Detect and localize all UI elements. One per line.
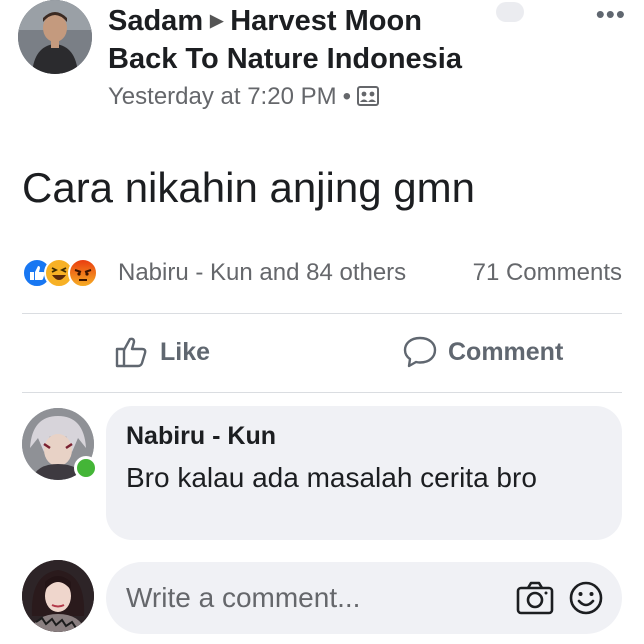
angry-reaction-icon [68, 258, 98, 288]
post-header: Sadam ▶ Harvest Moon Back To Nature Indone… [0, 0, 644, 130]
divider-bottom [22, 392, 622, 393]
like-button[interactable]: Like [114, 330, 210, 374]
post-title-line2: Back To Nature Indonesia [108, 40, 548, 78]
author-photo [18, 0, 92, 74]
reaction-icons[interactable] [22, 258, 114, 288]
post-title-line1: Sadam ▶ Harvest Moon [108, 2, 548, 40]
smiley-icon[interactable] [568, 580, 604, 616]
post-timestamp[interactable]: Yesterday at 7:20 PM [108, 83, 337, 110]
author-avatar[interactable] [18, 0, 92, 74]
meta-separator: • [342, 83, 351, 110]
online-status-dot [74, 456, 98, 480]
group-name-line2[interactable]: Back To Nature Indonesia [108, 43, 462, 75]
current-user-photo [22, 560, 94, 632]
watermark-icon [496, 2, 524, 22]
comment-bubble: Nabiru - Kun Bro kalau ada masalah cerit… [106, 406, 622, 540]
comment-button[interactable]: Comment [402, 330, 563, 374]
like-label: Like [160, 337, 211, 366]
group-icon [357, 84, 379, 114]
reactions-row: Nabiru - Kun and 84 others 71 Comments [18, 256, 624, 292]
post-author-name[interactable]: Sadam [108, 5, 203, 37]
comment-count[interactable]: 71 Comments [473, 258, 622, 288]
reaction-names[interactable]: Nabiru - Kun and 84 others [118, 258, 406, 288]
current-user-avatar [22, 560, 94, 632]
post-header-text: Sadam ▶ Harvest Moon Back To Nature Indone… [108, 2, 548, 114]
post-text: Cara nikahin anjing gmn [22, 164, 475, 211]
comment-author-name[interactable]: Nabiru - Kun [126, 422, 276, 451]
comment-input[interactable] [126, 576, 506, 620]
comment-bubble-icon [402, 335, 438, 369]
more-options-icon[interactable]: ••• [596, 1, 626, 27]
right-arrow-icon: ▶ [210, 11, 224, 30]
comment-label: Comment [448, 337, 564, 366]
comment-text: Bro kalau ada masalah cerita bro [126, 462, 537, 493]
divider-top [22, 313, 622, 314]
group-name-line1[interactable]: Harvest Moon [230, 5, 422, 37]
camera-icon[interactable] [516, 580, 554, 616]
thumbs-up-icon [114, 335, 150, 369]
post-meta: Yesterday at 7:20 PM • [108, 82, 548, 114]
write-comment-box[interactable] [106, 562, 622, 634]
